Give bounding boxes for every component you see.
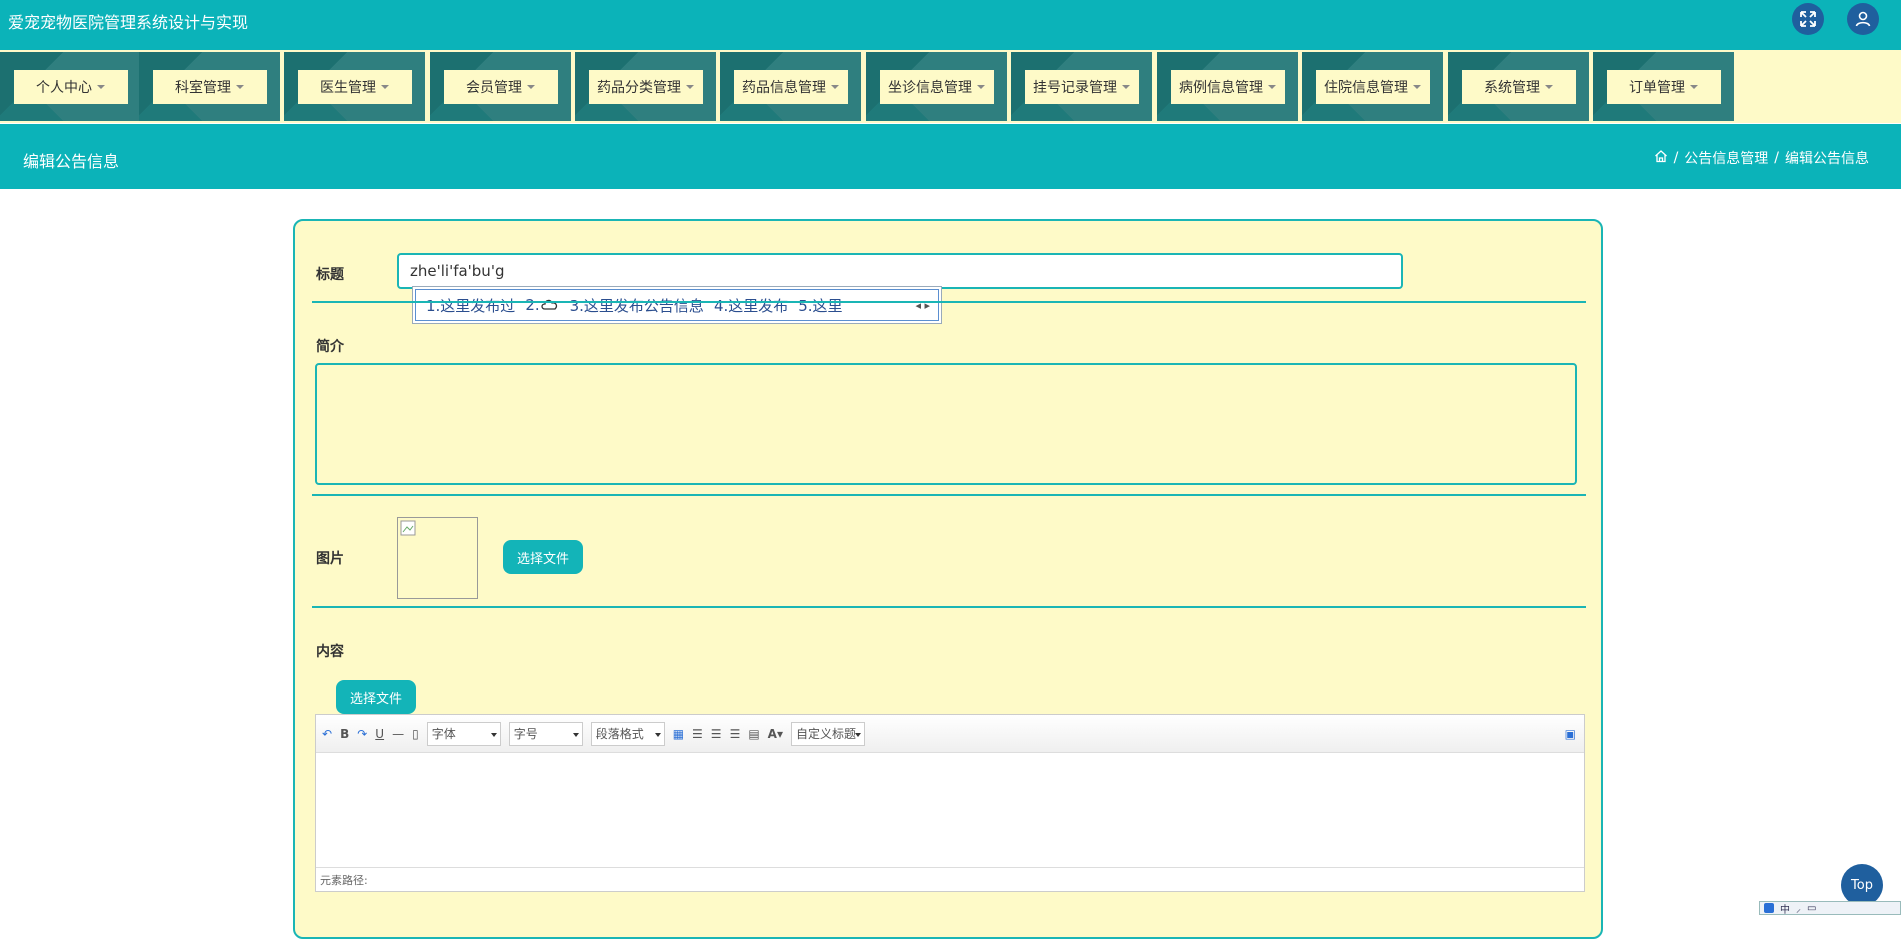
menu-item-drug-categories[interactable]: 药品分类管理 <box>575 52 716 121</box>
back-to-top-button[interactable]: Top <box>1841 864 1883 906</box>
ime-keyboard-icon[interactable]: ▭ <box>1807 903 1816 914</box>
divider <box>312 494 1586 496</box>
menu-label: 订单管理 <box>1629 79 1685 96</box>
menu-item-hospitalization[interactable]: 住院信息管理 <box>1302 52 1443 121</box>
menu-label: 科室管理 <box>175 79 231 96</box>
menu-item-registrations[interactable]: 挂号记录管理 <box>1011 52 1152 121</box>
breadcrumb-separator: / <box>1673 150 1679 166</box>
main-menu: 个人中心 科室管理 医生管理 会员管理 药品分类管理 药品信息管理 坐诊信息管理… <box>0 50 1901 123</box>
table-icon[interactable]: ▦ <box>673 727 684 741</box>
menu-label: 个人中心 <box>36 79 92 96</box>
ime-candidate-popup: 1.这里发布过 2. 3.这里发布公告信息 4.这里发布 5.这里 ◂ ▸ <box>412 286 942 324</box>
rich-text-editor: ↶ B ↷ U — ▯ 字体 字号 段落格式 ▦ ☰ ☰ ☰ ▤ A▾ 自定义标… <box>315 714 1585 892</box>
font-size-select[interactable]: 字号 <box>508 721 583 746</box>
font-color-icon[interactable]: A▾ <box>768 727 783 741</box>
caret-down-icon <box>831 84 839 89</box>
intro-textarea[interactable] <box>315 363 1577 485</box>
justify-icon[interactable]: ▤ <box>748 727 759 741</box>
breadcrumb-item-notice-management[interactable]: 公告信息管理 <box>1684 148 1768 168</box>
menu-item-members[interactable]: 会员管理 <box>430 52 571 121</box>
caret-down-icon <box>1690 84 1698 89</box>
menu-item-personal-center[interactable]: 个人中心 <box>0 52 141 121</box>
editor-body[interactable] <box>316 753 1584 867</box>
ime-toolbar: 中 ⸝ ▭ <box>1759 901 1901 916</box>
breadcrumb-separator: / <box>1774 150 1779 166</box>
menu-item-orders[interactable]: 订单管理 <box>1593 52 1734 121</box>
broken-image-icon <box>400 520 416 536</box>
image-preview <box>397 517 478 599</box>
menu-item-case-records[interactable]: 病例信息管理 <box>1157 52 1298 121</box>
breadcrumb-item-edit-notice: 编辑公告信息 <box>1785 151 1869 167</box>
divider <box>312 606 1586 608</box>
caret-down-icon <box>977 84 985 89</box>
caret-down-icon <box>1122 84 1130 89</box>
fullscreen-icon[interactable] <box>1792 3 1824 35</box>
ime-logo-icon[interactable] <box>1764 903 1774 913</box>
font-family-select[interactable]: 字体 <box>426 721 501 746</box>
caret-down-icon <box>381 84 389 89</box>
paragraph-format-select[interactable]: 段落格式 <box>590 721 665 746</box>
horizontal-rule-icon[interactable]: — <box>392 727 404 741</box>
editor-toolbar: ↶ B ↷ U — ▯ 字体 字号 段落格式 ▦ ☰ ☰ ☰ ▤ A▾ 自定义标… <box>316 715 1584 753</box>
align-left-icon[interactable]: ☰ <box>692 727 703 741</box>
redo-icon[interactable]: ↷ <box>357 727 367 741</box>
page-icon[interactable]: ▯ <box>412 727 419 741</box>
undo-icon[interactable]: ↶ <box>322 727 332 741</box>
menu-item-drug-info[interactable]: 药品信息管理 <box>720 52 861 121</box>
ime-mode-label[interactable]: 中 <box>1780 901 1790 916</box>
align-center-icon[interactable]: ☰ <box>730 727 741 741</box>
home-icon[interactable] <box>1654 149 1668 167</box>
title-label: 标题 <box>316 267 344 283</box>
caret-down-icon <box>527 84 535 89</box>
element-path: 元素路径: <box>316 867 1584 891</box>
breadcrumb: / 公告信息管理 / 编辑公告信息 <box>1654 148 1869 168</box>
menu-label: 挂号记录管理 <box>1033 79 1117 96</box>
preview-icon[interactable]: ▣ <box>1565 727 1576 741</box>
menu-item-clinic-schedule[interactable]: 坐诊信息管理 <box>866 52 1007 121</box>
title-input[interactable] <box>397 253 1403 289</box>
page-title: 编辑公告信息 <box>23 152 120 171</box>
ime-punctuation-icon[interactable]: ⸝ <box>1796 901 1801 915</box>
caret-down-icon <box>686 84 694 89</box>
custom-title-select[interactable]: 自定义标题 <box>790 721 865 746</box>
ime-candidate[interactable]: 5.这里 <box>798 295 842 316</box>
menu-label: 医生管理 <box>320 79 376 96</box>
caret-down-icon <box>236 84 244 89</box>
intro-label: 简介 <box>316 339 344 355</box>
bold-icon[interactable]: B <box>340 727 349 741</box>
caret-down-icon <box>1545 84 1553 89</box>
menu-label: 会员管理 <box>466 79 522 96</box>
divider <box>312 301 1586 303</box>
top-header: 爱宠宠物医院管理系统设计与实现 <box>0 0 1901 50</box>
caret-down-icon <box>1413 84 1421 89</box>
caret-down-icon <box>97 84 105 89</box>
caret-down-icon <box>1268 84 1276 89</box>
menu-label: 药品分类管理 <box>597 79 681 96</box>
ime-candidate[interactable]: 2. <box>525 296 559 314</box>
app-title: 爱宠宠物医院管理系统设计与实现 <box>8 13 249 32</box>
ime-candidate[interactable]: 4.这里发布 <box>714 295 788 316</box>
menu-label: 坐诊信息管理 <box>888 79 972 96</box>
menu-label: 系统管理 <box>1484 79 1540 96</box>
cloud-icon <box>540 296 560 314</box>
ime-candidate[interactable]: 3.这里发布公告信息 <box>570 295 704 316</box>
menu-item-system[interactable]: 系统管理 <box>1448 52 1589 121</box>
content-label: 内容 <box>316 644 344 660</box>
edit-form: 标题 1.这里发布过 2. 3.这里发布公告信息 4.这里发布 5.这里 ◂ ▸… <box>293 219 1603 939</box>
ime-candidate[interactable]: 1.这里发布过 <box>426 295 515 316</box>
choose-image-button[interactable]: 选择文件 <box>503 540 583 574</box>
menu-label: 住院信息管理 <box>1324 79 1408 96</box>
image-label: 图片 <box>316 551 344 567</box>
menu-item-departments[interactable]: 科室管理 <box>139 52 280 121</box>
menu-label: 病例信息管理 <box>1179 79 1263 96</box>
content-choose-file-button[interactable]: 选择文件 <box>336 680 416 714</box>
menu-item-doctors[interactable]: 医生管理 <box>284 52 425 121</box>
menu-label: 药品信息管理 <box>742 79 826 96</box>
align-right-icon[interactable]: ☰ <box>711 727 722 741</box>
underline-icon[interactable]: U <box>375 727 384 741</box>
user-icon[interactable] <box>1847 3 1879 35</box>
page-header: 编辑公告信息 / 公告信息管理 / 编辑公告信息 <box>0 124 1901 189</box>
